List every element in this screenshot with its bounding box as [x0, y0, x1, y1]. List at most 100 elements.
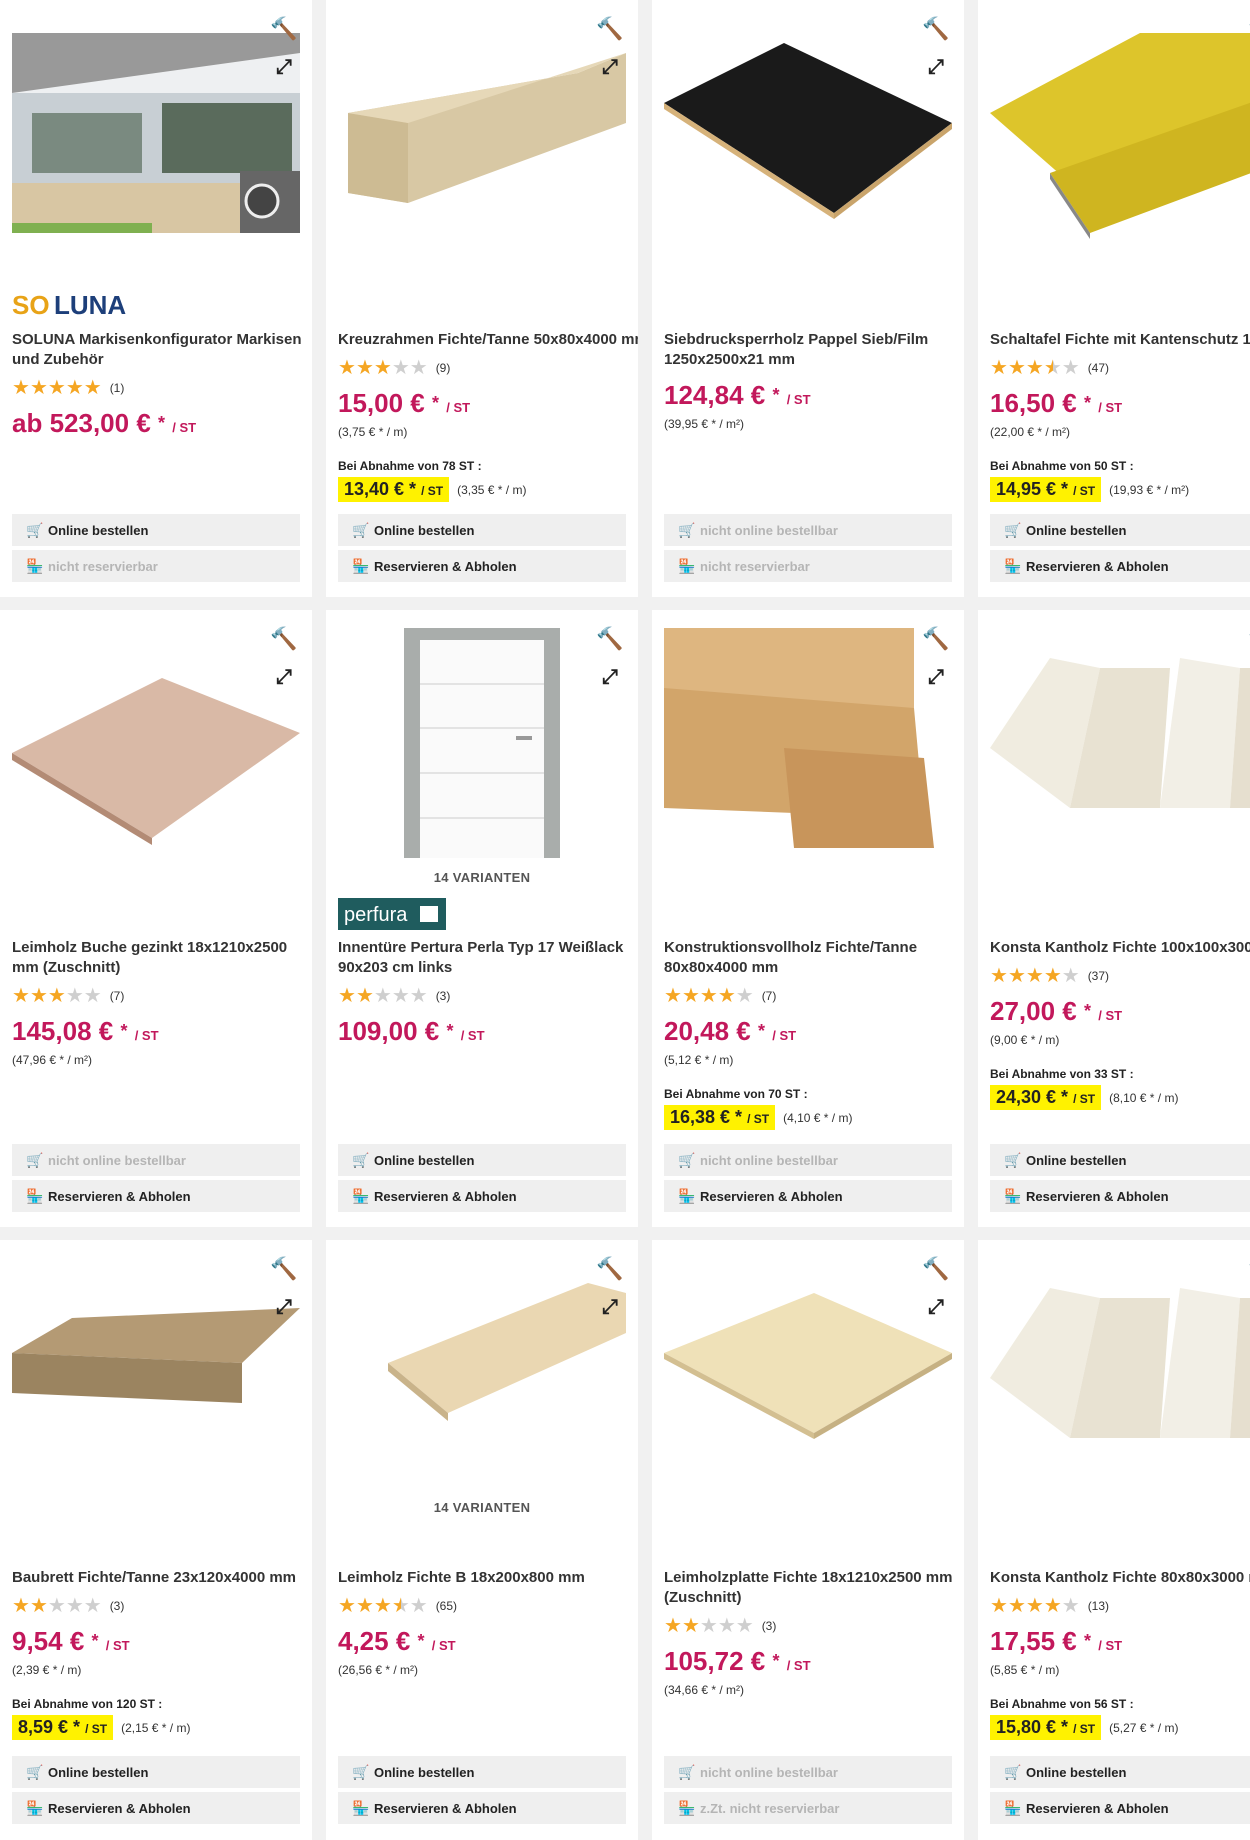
- compare-icon[interactable]: ⤢: [920, 1292, 952, 1322]
- online-order-button[interactable]: 🛒 nicht online bestellbar: [664, 1756, 952, 1788]
- reserve-button[interactable]: 🏪 Reservieren & Abholen: [12, 1180, 300, 1212]
- reserve-button[interactable]: 🏪 Reservieren & Abholen: [990, 550, 1250, 582]
- hammer-icon[interactable]: 🔨: [268, 1254, 300, 1284]
- online-order-button[interactable]: 🛒 nicht online bestellbar: [12, 1144, 300, 1176]
- product-image[interactable]: [338, 18, 626, 248]
- rating[interactable]: ★★★★★ (1): [12, 378, 304, 398]
- product-card-10[interactable]: 🔨 ⤢ 14 VARIANTEN Leimholz Fichte B 18x20…: [326, 1240, 638, 1840]
- online-order-button[interactable]: 🛒 nicht online bestellbar: [664, 1144, 952, 1176]
- reserve-button[interactable]: 🏪 Reservieren & Abholen: [338, 1180, 626, 1212]
- product-card-9[interactable]: 🔨 ⤢ Baubrett Fichte/Tanne 23x120x4000 mm…: [0, 1240, 312, 1840]
- reserve-button[interactable]: 🏪 Reservieren & Abholen: [338, 550, 626, 582]
- reserve-button[interactable]: 🏪 nicht reservierbar: [664, 550, 952, 582]
- product-title[interactable]: Konsta Kantholz Fichte 80x80x3000 mm: [990, 1568, 1250, 1588]
- rating[interactable]: ★★★★★ (65): [338, 1596, 630, 1616]
- reserve-button[interactable]: 🏪 Reservieren & Abholen: [990, 1792, 1250, 1824]
- rating[interactable]: ★★★★★ (3): [12, 1596, 304, 1616]
- product-card-12[interactable]: 🔨 ⤢ Konsta Kantholz Fichte 80x80x3000 mm…: [978, 1240, 1250, 1840]
- compare-icon[interactable]: ⤢: [1246, 52, 1250, 82]
- online-order-button[interactable]: 🛒 Online bestellen: [338, 1756, 626, 1788]
- product-info: Konstruktionsvollholz Fichte/Tanne 80x80…: [664, 938, 956, 1130]
- product-image[interactable]: [990, 18, 1250, 248]
- rating[interactable]: ★★★★★ (7): [664, 986, 956, 1006]
- hammer-icon[interactable]: 🔨: [594, 14, 626, 44]
- rating[interactable]: ★★★★★ (3): [338, 986, 630, 1006]
- rating[interactable]: ★★★★★ (47): [990, 358, 1250, 378]
- hammer-icon[interactable]: 🔨: [1246, 14, 1250, 44]
- product-title[interactable]: Konstruktionsvollholz Fichte/Tanne 80x80…: [664, 938, 956, 978]
- product-card-2[interactable]: 🔨 ⤢ Kreuzrahmen Fichte/Tanne 50x80x4000 …: [326, 0, 638, 597]
- compare-icon[interactable]: ⤢: [920, 662, 952, 692]
- product-image[interactable]: [12, 1258, 300, 1488]
- product-title[interactable]: Innentüre Pertura Perla Typ 17 Weißlack …: [338, 938, 630, 978]
- product-title[interactable]: Schaltafel Fichte mit Kantenschutz 1,5 m: [990, 330, 1250, 350]
- product-image[interactable]: [338, 1258, 626, 1488]
- hammer-icon[interactable]: 🔨: [594, 624, 626, 654]
- product-card-3[interactable]: 🔨 ⤢ Siebdrucksperrholz Pappel Sieb/Film …: [652, 0, 964, 597]
- product-title[interactable]: Siebdrucksperrholz Pappel Sieb/Film 1250…: [664, 330, 956, 370]
- product-title[interactable]: Leimholz Fichte B 18x200x800 mm: [338, 1568, 630, 1588]
- rating[interactable]: ★★★★★ (9): [338, 358, 630, 378]
- reserve-button[interactable]: 🏪 Reservieren & Abholen: [338, 1792, 626, 1824]
- product-title[interactable]: Kreuzrahmen Fichte/Tanne 50x80x4000 mm: [338, 330, 638, 350]
- hammer-icon[interactable]: 🔨: [1246, 624, 1250, 654]
- product-image[interactable]: [990, 1258, 1250, 1488]
- hammer-icon[interactable]: 🔨: [1246, 1254, 1250, 1284]
- rating[interactable]: ★★★★★ (13): [990, 1596, 1250, 1616]
- hammer-icon[interactable]: 🔨: [920, 624, 952, 654]
- product-card-5[interactable]: 🔨 ⤢ Leimholz Buche gezinkt 18x1210x2500 …: [0, 610, 312, 1227]
- star-full: ★: [664, 985, 682, 1007]
- hammer-icon[interactable]: 🔨: [268, 624, 300, 654]
- compare-icon[interactable]: ⤢: [268, 52, 300, 82]
- product-image[interactable]: [990, 628, 1250, 858]
- product-image[interactable]: [12, 18, 300, 248]
- product-image[interactable]: [664, 1258, 952, 1488]
- product-card-1[interactable]: 🔨 ⤢ SO LUNA SOLUNA Markisenkonfigurator M…: [0, 0, 312, 597]
- product-card-6[interactable]: 🔨 ⤢ 14 VARIANTEN perfura Innentüre Pertu…: [326, 610, 638, 1227]
- online-order-button[interactable]: 🛒 Online bestellen: [12, 514, 300, 546]
- reserve-button[interactable]: 🏪 Reservieren & Abholen: [12, 1792, 300, 1824]
- rating[interactable]: ★★★★★ (3): [664, 1616, 956, 1636]
- compare-icon[interactable]: ⤢: [594, 52, 626, 82]
- product-card-11[interactable]: 🔨 ⤢ Leimholzplatte Fichte 18x1210x2500 m…: [652, 1240, 964, 1840]
- online-order-button[interactable]: 🛒 Online bestellen: [338, 1144, 626, 1176]
- online-order-button[interactable]: 🛒 Online bestellen: [990, 514, 1250, 546]
- online-order-button[interactable]: 🛒 Online bestellen: [990, 1144, 1250, 1176]
- hammer-icon[interactable]: 🔨: [920, 14, 952, 44]
- online-order-button[interactable]: 🛒 Online bestellen: [338, 514, 626, 546]
- product-card-8[interactable]: 🔨 ⤢ Konsta Kantholz Fichte 100x100x3000 …: [978, 610, 1250, 1227]
- variants-label[interactable]: 14 VARIANTEN: [326, 870, 638, 885]
- product-card-4[interactable]: 🔨 ⤢ Schaltafel Fichte mit Kantenschutz 1…: [978, 0, 1250, 597]
- compare-icon[interactable]: ⤢: [594, 662, 626, 692]
- compare-icon[interactable]: ⤢: [268, 1292, 300, 1322]
- reserve-button[interactable]: 🏪 nicht reservierbar: [12, 550, 300, 582]
- product-image[interactable]: [12, 628, 300, 858]
- product-image[interactable]: [664, 18, 952, 248]
- hammer-icon[interactable]: 🔨: [920, 1254, 952, 1284]
- product-image[interactable]: [338, 628, 626, 858]
- online-order-button[interactable]: 🛒 Online bestellen: [990, 1756, 1250, 1788]
- online-order-button[interactable]: 🛒 Online bestellen: [12, 1756, 300, 1788]
- compare-icon[interactable]: ⤢: [594, 1292, 626, 1322]
- reserve-button[interactable]: 🏪 Reservieren & Abholen: [990, 1180, 1250, 1212]
- product-title[interactable]: Leimholz Buche gezinkt 18x1210x2500 mm (…: [12, 938, 304, 978]
- product-title[interactable]: Konsta Kantholz Fichte 100x100x3000 mm: [990, 938, 1250, 958]
- review-count: (7): [109, 989, 125, 1003]
- compare-icon[interactable]: ⤢: [920, 52, 952, 82]
- product-title[interactable]: SOLUNA Markisenkonfigurator Markisen und…: [12, 330, 304, 370]
- product-card-7[interactable]: 🔨 ⤢ Konstruktionsvollholz Fichte/Tanne 8…: [652, 610, 964, 1227]
- compare-icon[interactable]: ⤢: [268, 662, 300, 692]
- reserve-button[interactable]: 🏪 Reservieren & Abholen: [664, 1180, 952, 1212]
- variants-label[interactable]: 14 VARIANTEN: [326, 1500, 638, 1515]
- product-image[interactable]: [664, 628, 952, 858]
- online-order-button[interactable]: 🛒 nicht online bestellbar: [664, 514, 952, 546]
- compare-icon[interactable]: ⤢: [1246, 662, 1250, 692]
- rating[interactable]: ★★★★★ (7): [12, 986, 304, 1006]
- hammer-icon[interactable]: 🔨: [268, 14, 300, 44]
- compare-icon[interactable]: ⤢: [1246, 1292, 1250, 1322]
- rating[interactable]: ★★★★★ (37): [990, 966, 1250, 986]
- hammer-icon[interactable]: 🔨: [594, 1254, 626, 1284]
- product-title[interactable]: Baubrett Fichte/Tanne 23x120x4000 mm: [12, 1568, 304, 1588]
- product-title[interactable]: Leimholzplatte Fichte 18x1210x2500 mm (Z…: [664, 1568, 956, 1608]
- reserve-button[interactable]: 🏪 z.Zt. nicht reservierbar: [664, 1792, 952, 1824]
